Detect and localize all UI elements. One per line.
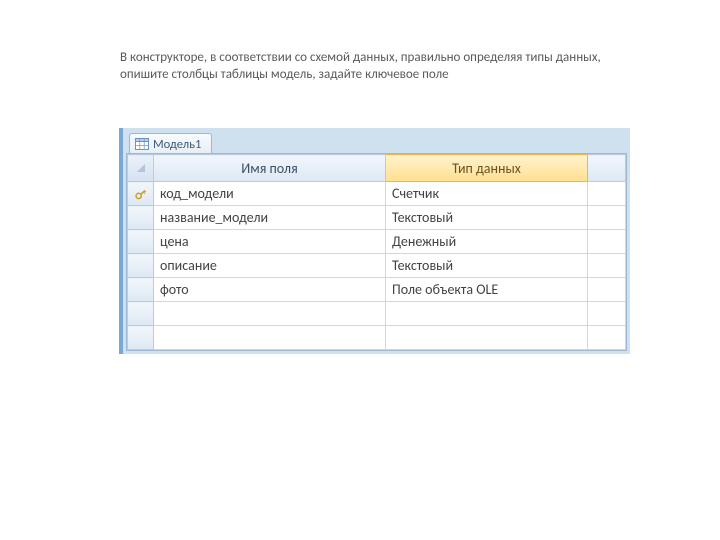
column-header-data-type[interactable]: Тип данных <box>386 155 588 182</box>
column-header-field-name[interactable]: Имя поля <box>154 155 386 182</box>
designer-grid: Имя поля Тип данных код_моделиСчетчикназ… <box>126 153 627 351</box>
field-name-cell[interactable]: название_модели <box>154 206 386 230</box>
extra-cell[interactable] <box>588 254 626 278</box>
field-name-cell[interactable] <box>154 302 386 326</box>
data-type-cell[interactable]: Текстовый <box>386 254 588 278</box>
data-type-cell[interactable]: Текстовый <box>386 206 588 230</box>
field-name-cell[interactable]: описание <box>154 254 386 278</box>
field-name-cell[interactable]: фото <box>154 278 386 302</box>
table-row <box>128 326 626 350</box>
row-selector[interactable] <box>128 206 154 230</box>
table-row <box>128 302 626 326</box>
table-row: описаниеТекстовый <box>128 254 626 278</box>
extra-cell[interactable] <box>588 302 626 326</box>
tab-label: Модель1 <box>153 137 201 152</box>
row-selector[interactable] <box>128 278 154 302</box>
primary-key-icon <box>128 187 153 201</box>
extra-cell[interactable] <box>588 326 626 350</box>
row-selector[interactable] <box>128 182 154 206</box>
select-all-corner[interactable] <box>128 155 154 182</box>
data-type-cell[interactable] <box>386 302 588 326</box>
data-type-cell[interactable] <box>386 326 588 350</box>
table-row: код_моделиСчетчик <box>128 182 626 206</box>
data-type-cell[interactable]: Счетчик <box>386 182 588 206</box>
row-selector[interactable] <box>128 302 154 326</box>
field-name-cell[interactable] <box>154 326 386 350</box>
table-designer-window: Модель1 Имя поля Тип данных <box>119 128 630 354</box>
field-name-cell[interactable]: цена <box>154 230 386 254</box>
column-header-extra[interactable] <box>588 155 626 182</box>
row-selector[interactable] <box>128 326 154 350</box>
data-type-cell[interactable]: Поле объекта OLE <box>386 278 588 302</box>
extra-cell[interactable] <box>588 182 626 206</box>
row-selector[interactable] <box>128 230 154 254</box>
data-type-cell[interactable]: Денежный <box>386 230 588 254</box>
row-selector[interactable] <box>128 254 154 278</box>
extra-cell[interactable] <box>588 278 626 302</box>
table-row: ценаДенежный <box>128 230 626 254</box>
tab-model1[interactable]: Модель1 <box>129 133 212 153</box>
field-name-cell[interactable]: код_модели <box>154 182 386 206</box>
tab-strip: Модель1 <box>126 131 627 153</box>
table-row: название_моделиТекстовый <box>128 206 626 230</box>
table-icon <box>135 138 149 150</box>
instruction-text: В конструкторе, в соответствии со схемой… <box>120 50 630 84</box>
extra-cell[interactable] <box>588 206 626 230</box>
extra-cell[interactable] <box>588 230 626 254</box>
table-row: фотоПоле объекта OLE <box>128 278 626 302</box>
